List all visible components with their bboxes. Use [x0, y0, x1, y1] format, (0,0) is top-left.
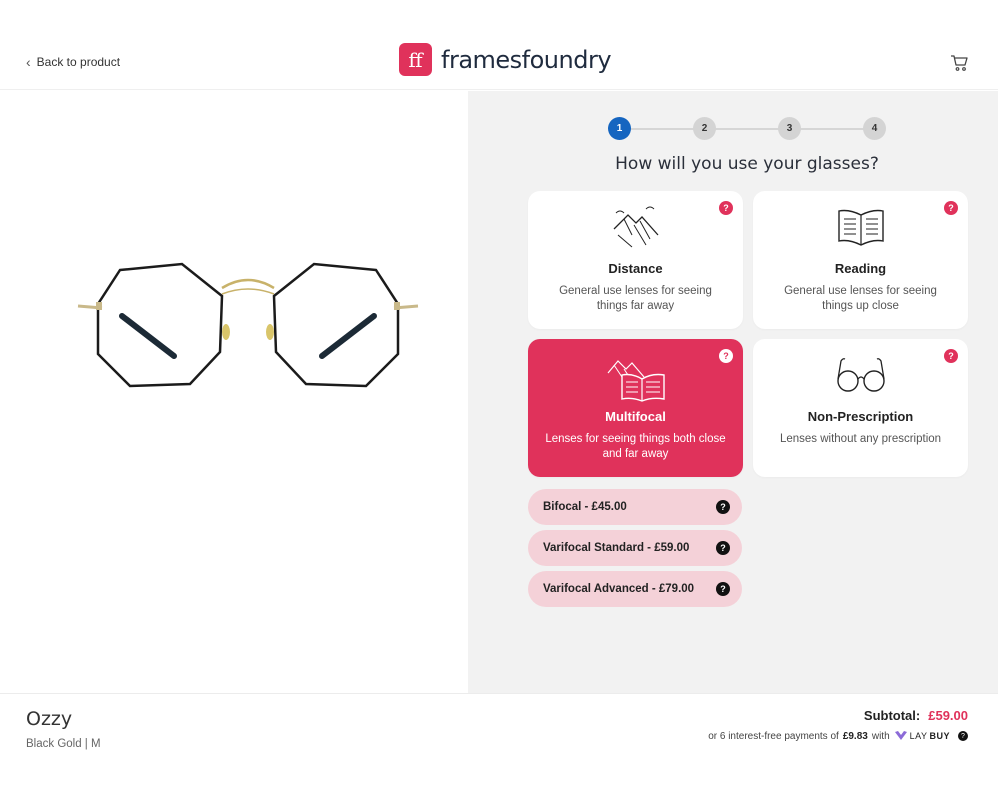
laybuy-amount: £9.83: [842, 730, 868, 742]
step-3[interactable]: 3: [778, 117, 801, 140]
mountain-book-icon: [607, 360, 665, 402]
card-title: Distance: [608, 261, 663, 276]
subtotal-label: Subtotal:: [863, 708, 921, 723]
laybuy-help-icon[interactable]: ?: [958, 731, 968, 741]
laybuy-with: with: [871, 730, 890, 742]
help-icon[interactable]: ?: [716, 582, 730, 596]
back-to-product-link[interactable]: ‹ Back to product: [26, 55, 120, 69]
logo-text: framesfoundry: [441, 45, 612, 74]
card-description: Lenses for seeing things both close and …: [545, 433, 726, 460]
step-2[interactable]: 2: [693, 117, 716, 140]
card-distance[interactable]: ? Distance General use lenses for seeing…: [528, 191, 743, 329]
product-glasses-image: [77, 262, 419, 388]
step-1[interactable]: 1: [608, 117, 631, 140]
help-icon[interactable]: ?: [716, 500, 730, 514]
product-name: Ozzy: [26, 708, 73, 730]
step-4[interactable]: 4: [863, 117, 886, 140]
question-heading: How will you use your glasses?: [615, 154, 879, 174]
footer: Ozzy Black Gold | M Subtotal: £59.00 or …: [0, 693, 998, 798]
option-label: Bifocal - £45.00: [543, 501, 627, 513]
laybuy-prefix: or 6 interest-free payments of: [708, 730, 839, 742]
option-bifocal[interactable]: Bifocal - £45.00 ?: [528, 489, 742, 525]
card-title: Non-Prescription: [807, 409, 914, 424]
laybuy-heart-icon: [894, 731, 907, 740]
laybuy-logo[interactable]: LAY BUY: [894, 730, 950, 742]
card-title: Multifocal: [605, 409, 666, 424]
cart-icon[interactable]: [950, 54, 968, 72]
option-varifocal-advanced[interactable]: Varifocal Advanced - £79.00 ?: [528, 571, 742, 607]
chevron-left-icon: ‹: [26, 54, 31, 70]
back-label: Back to product: [36, 55, 121, 69]
logo-mark: ff: [399, 43, 432, 76]
lens-selection-panel: 1 2 3 4 How will you use your glasses? ?…: [468, 91, 998, 693]
glasses-icon: [836, 358, 885, 392]
card-description: General use lenses for seeing things far…: [559, 285, 712, 312]
card-description: Lenses without any prescription: [779, 433, 942, 445]
stepper-line: [619, 128, 872, 130]
product-image-area: [0, 91, 468, 693]
card-non-prescription[interactable]: ? Non-Prescription Lenses without any pr…: [753, 339, 968, 477]
help-icon[interactable]: ?: [716, 541, 730, 555]
stepper: 1 2 3 4: [608, 117, 886, 141]
card-reading[interactable]: ? Reading General use lenses for seeing …: [753, 191, 968, 329]
laybuy-brand-buy: BUY: [929, 731, 950, 741]
option-label: Varifocal Advanced - £79.00: [543, 583, 695, 595]
option-label: Varifocal Standard - £59.00: [543, 542, 690, 554]
card-description: General use lenses for seeing things up …: [784, 285, 937, 312]
product-variant: Black Gold | M: [26, 738, 101, 750]
card-multifocal[interactable]: ? Multifocal Lenses for seeing things bo…: [528, 339, 743, 477]
laybuy-info: or 6 interest-free payments of £9.83 wit…: [708, 730, 968, 742]
laybuy-brand-lay: LAY: [909, 731, 928, 741]
page: ‹ Back to product ff framesfoundry 1 2 3…: [0, 0, 998, 798]
book-icon: [837, 209, 884, 246]
header: ‹ Back to product ff framesfoundry: [0, 0, 998, 90]
mountain-icon: [613, 206, 658, 248]
card-title: Reading: [834, 261, 887, 276]
logo[interactable]: ff framesfoundry: [399, 43, 612, 76]
subtotal-amount: £59.00: [928, 708, 968, 723]
option-varifocal-standard[interactable]: Varifocal Standard - £59.00 ?: [528, 530, 742, 566]
subtotal: Subtotal: £59.00: [864, 708, 968, 723]
